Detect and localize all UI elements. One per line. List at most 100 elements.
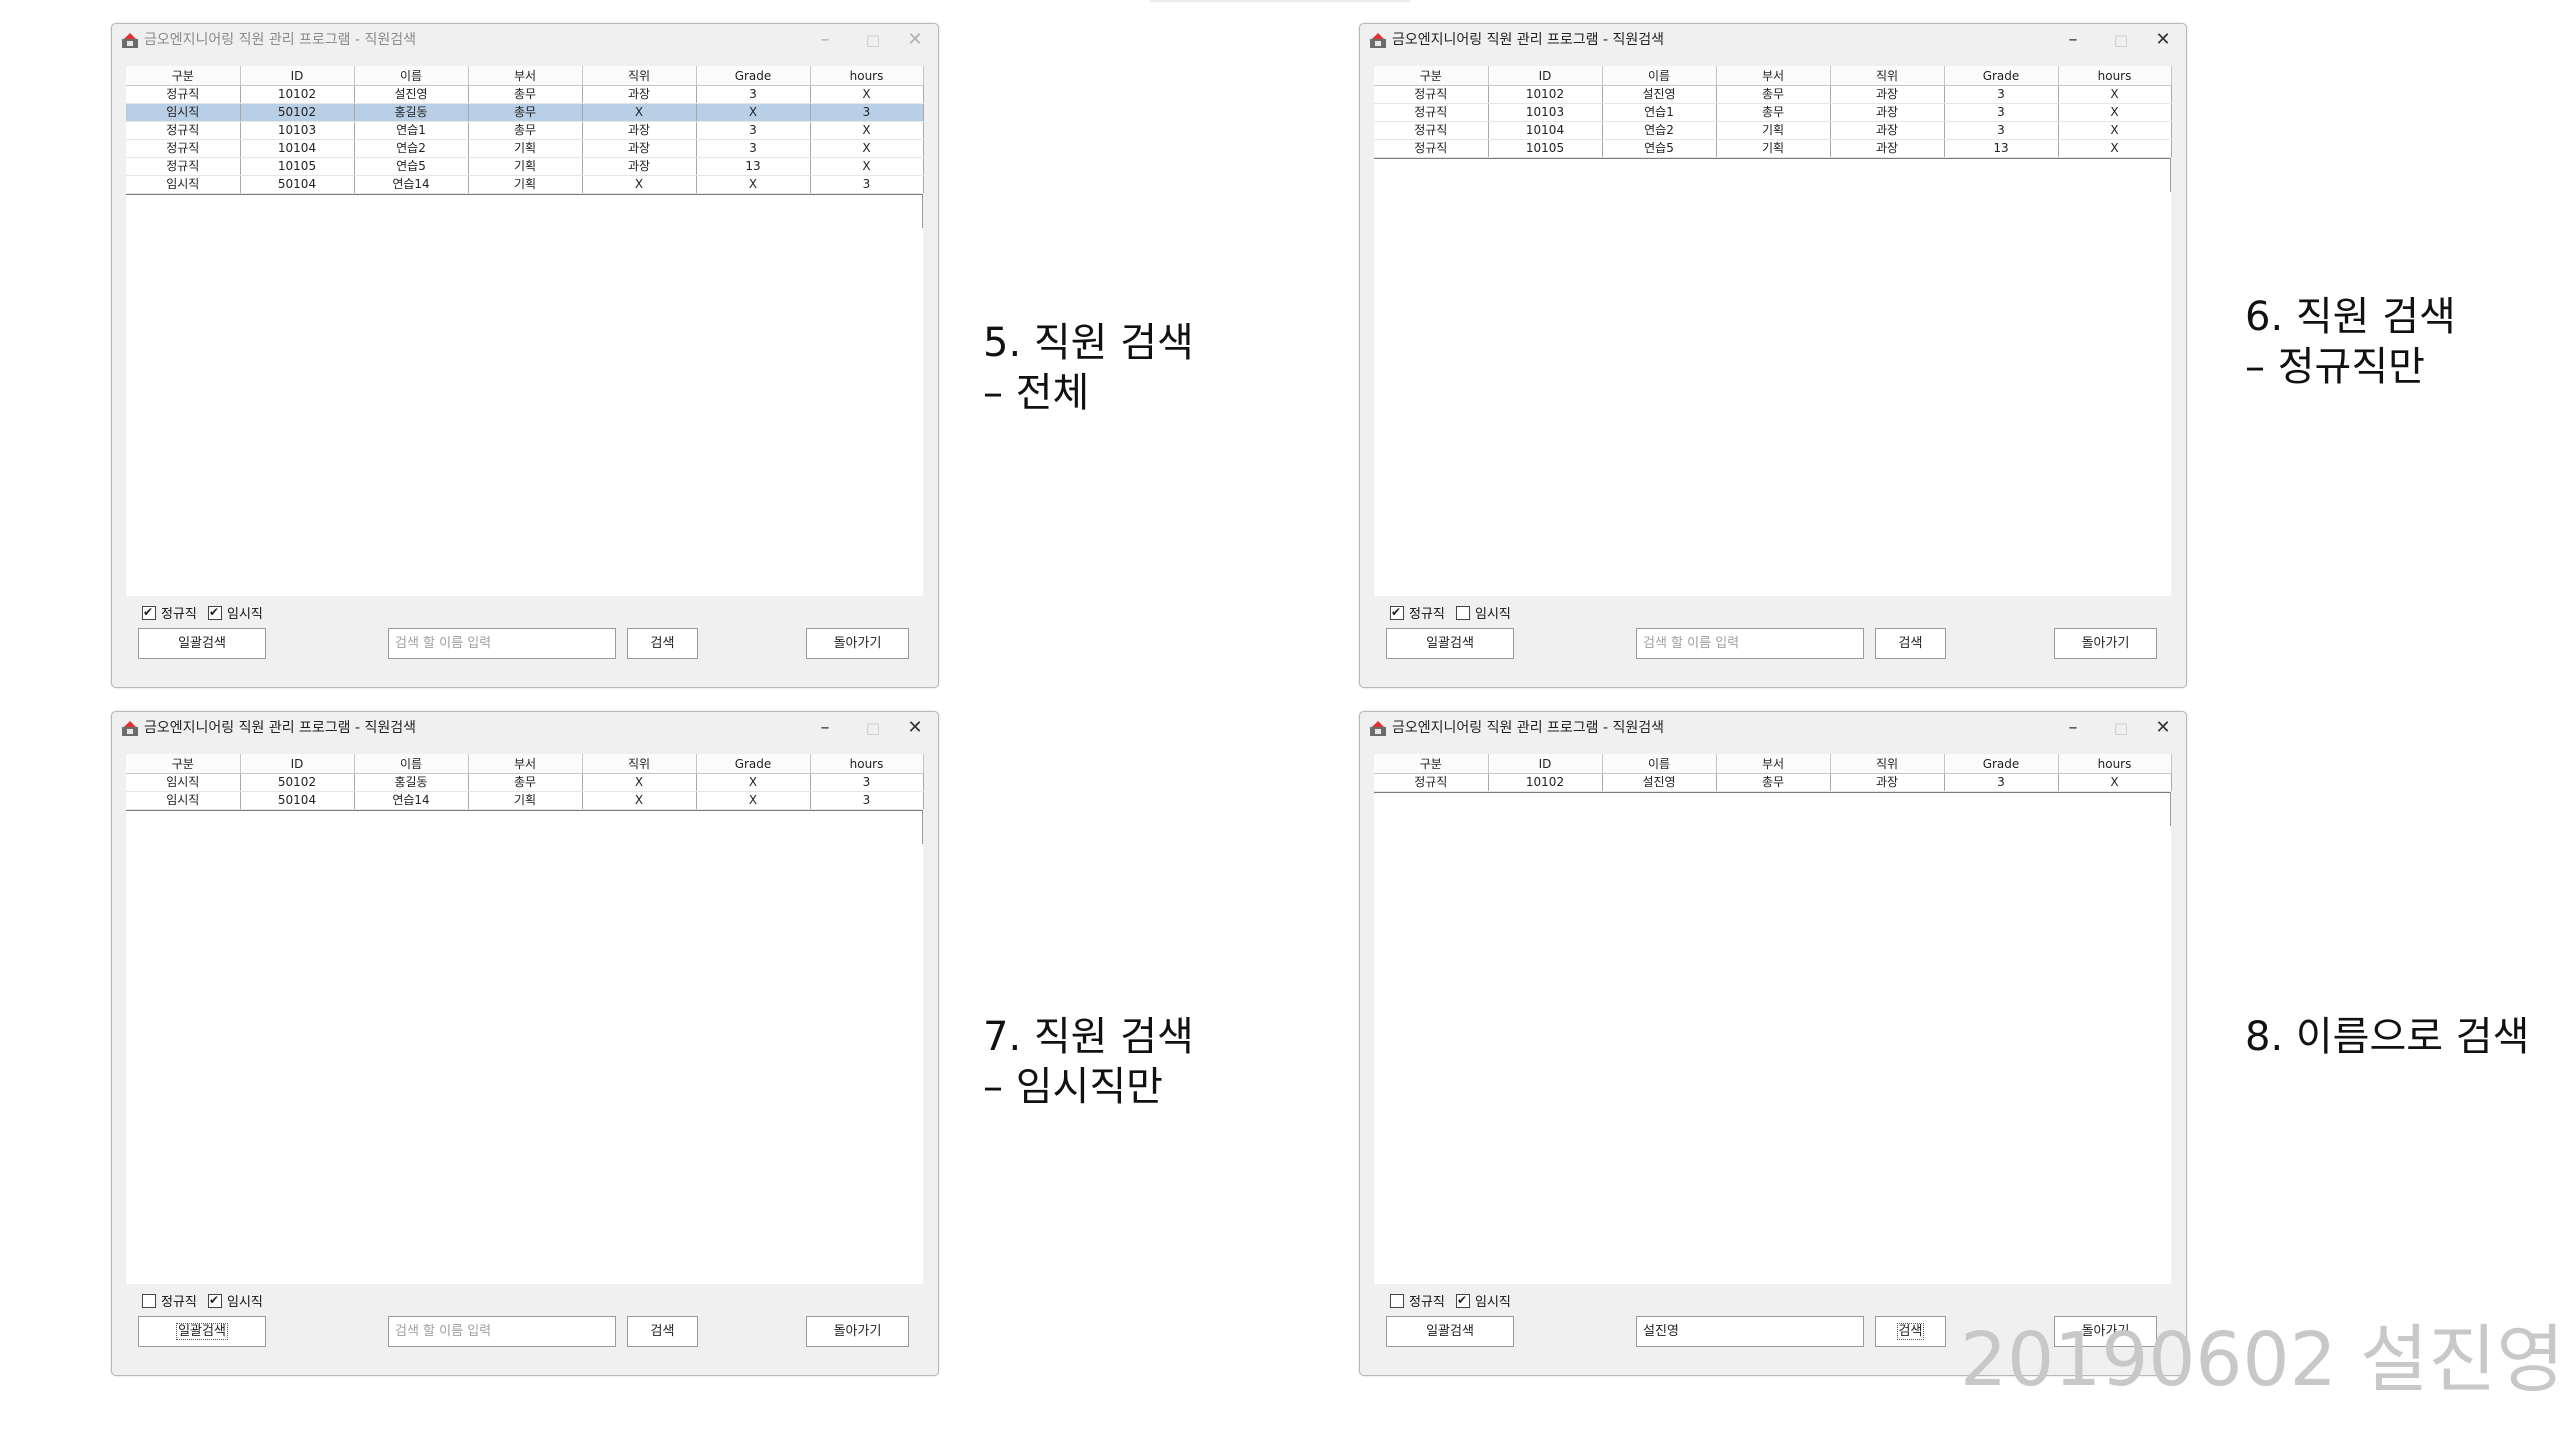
table-cell[interactable]: 총무: [468, 103, 583, 122]
column-header[interactable]: 이름: [354, 754, 469, 774]
table-cell[interactable]: X: [582, 773, 697, 792]
title-bar[interactable]: 금오엔지니어링 직원 관리 프로그램 - 직원검색 – □ ✕: [112, 24, 938, 56]
back-button[interactable]: 돌아가기: [806, 1316, 909, 1347]
table-cell[interactable]: X: [582, 103, 697, 122]
table-cell[interactable]: X: [582, 175, 697, 194]
search-button[interactable]: 검색: [627, 628, 698, 659]
table-cell[interactable]: 과장: [582, 139, 697, 158]
table-cell[interactable]: 정규직: [1374, 103, 1489, 122]
column-header[interactable]: 직위: [1830, 754, 1945, 774]
table-cell[interactable]: 13: [1944, 139, 2059, 158]
table-cell[interactable]: 연습2: [354, 139, 469, 158]
maximize-button[interactable]: □: [858, 716, 888, 740]
table-cell[interactable]: 홍길동: [354, 773, 469, 792]
table-cell[interactable]: 기획: [468, 175, 583, 194]
table-cell[interactable]: 정규직: [1374, 85, 1489, 104]
table-cell[interactable]: 설진영: [1602, 85, 1717, 104]
column-header[interactable]: hours: [2058, 66, 2172, 86]
table-cell[interactable]: X: [2058, 121, 2172, 140]
table-cell[interactable]: 3: [1944, 773, 2059, 792]
table-cell[interactable]: 3: [696, 139, 811, 158]
column-header[interactable]: ID: [240, 754, 355, 774]
table-cell[interactable]: 설진영: [354, 85, 469, 104]
close-button[interactable]: ✕: [900, 28, 930, 52]
column-header[interactable]: 구분: [126, 66, 241, 86]
table-cell[interactable]: 기획: [468, 139, 583, 158]
table-cell[interactable]: 3: [696, 85, 811, 104]
name-search-input[interactable]: 검색 할 이름 입력: [388, 628, 616, 659]
table-cell[interactable]: 10105: [1488, 139, 1603, 158]
column-header[interactable]: ID: [1488, 754, 1603, 774]
table-cell[interactable]: X: [810, 157, 924, 176]
column-header[interactable]: 부서: [468, 754, 583, 774]
table-cell[interactable]: 기획: [468, 791, 583, 810]
table-cell[interactable]: 정규직: [126, 121, 241, 140]
table-row[interactable]: 임시직 50104 연습14 기획 X X 3: [126, 175, 924, 194]
table-row[interactable]: 정규직 10102 설진영 총무 과장 3 X: [1374, 773, 2172, 792]
table-row[interactable]: 정규직 10102 설진영 총무 과장 3 X: [1374, 85, 2172, 104]
search-all-button[interactable]: 일괄검색: [138, 628, 266, 659]
column-header[interactable]: Grade: [696, 66, 811, 86]
table-cell[interactable]: 총무: [468, 773, 583, 792]
title-bar[interactable]: 금오엔지니어링 직원 관리 프로그램 - 직원검색 – □ ✕: [112, 712, 938, 744]
table-row[interactable]: 임시직 50104 연습14 기획 X X 3: [126, 791, 924, 810]
column-header[interactable]: 이름: [1602, 754, 1717, 774]
table-cell[interactable]: 정규직: [126, 85, 241, 104]
checkbox-temporary-box[interactable]: [208, 1292, 222, 1308]
table-cell[interactable]: X: [696, 791, 811, 810]
table-cell[interactable]: X: [810, 139, 924, 158]
table-cell[interactable]: 연습14: [354, 175, 469, 194]
table-cell[interactable]: X: [696, 175, 811, 194]
table-row[interactable]: 임시직 50102 홍길동 총무 X X 3: [126, 103, 924, 122]
search-all-button[interactable]: 일괄검색: [138, 1316, 266, 1347]
table-cell[interactable]: 과장: [1830, 121, 1945, 140]
checkbox-regular[interactable]: 정규직: [1390, 1294, 1445, 1311]
column-header[interactable]: 구분: [1374, 66, 1489, 86]
checkbox-regular-box[interactable]: [142, 1294, 156, 1308]
table-cell[interactable]: 과장: [1830, 103, 1945, 122]
table-cell[interactable]: 50104: [240, 175, 355, 194]
column-header[interactable]: 구분: [126, 754, 241, 774]
table-cell[interactable]: 기획: [1716, 121, 1831, 140]
column-header[interactable]: hours: [810, 754, 924, 774]
minimize-button[interactable]: –: [810, 716, 840, 740]
search-all-button[interactable]: 일괄검색: [1386, 628, 1514, 659]
column-header[interactable]: 이름: [354, 66, 469, 86]
table-cell[interactable]: X: [810, 85, 924, 104]
table-row[interactable]: 정규직 10103 연습1 총무 과장 3 X: [1374, 103, 2172, 122]
table-cell[interactable]: X: [696, 773, 811, 792]
checkbox-temporary-box[interactable]: [1456, 1292, 1470, 1308]
minimize-button[interactable]: –: [2058, 28, 2088, 52]
search-button[interactable]: 검색: [627, 1316, 698, 1347]
table-cell[interactable]: 기획: [468, 157, 583, 176]
table-cell[interactable]: 10103: [240, 121, 355, 140]
table-cell[interactable]: X: [2058, 85, 2172, 104]
checkbox-regular[interactable]: 정규직: [1390, 604, 1445, 623]
table-cell[interactable]: 50102: [240, 773, 355, 792]
checkbox-temporary[interactable]: 임시직: [1456, 606, 1511, 623]
checkbox-regular[interactable]: 정규직: [142, 1294, 197, 1311]
table-cell[interactable]: 정규직: [126, 139, 241, 158]
column-header[interactable]: 부서: [1716, 754, 1831, 774]
title-bar[interactable]: 금오엔지니어링 직원 관리 프로그램 - 직원검색 – □ ✕: [1360, 24, 2186, 56]
table-cell[interactable]: 기획: [1716, 139, 1831, 158]
table-cell[interactable]: 연습2: [1602, 121, 1717, 140]
table-cell[interactable]: 10104: [1488, 121, 1603, 140]
column-header[interactable]: Grade: [1944, 66, 2059, 86]
table-cell[interactable]: 10102: [1488, 773, 1603, 792]
checkbox-temporary[interactable]: 임시직: [208, 604, 263, 623]
table-row[interactable]: 정규직 10105 연습5 기획 과장 13 X: [1374, 139, 2172, 158]
close-button[interactable]: ✕: [2148, 716, 2178, 740]
table-cell[interactable]: 3: [1944, 121, 2059, 140]
maximize-button[interactable]: □: [2106, 28, 2136, 52]
table-cell[interactable]: 10102: [240, 85, 355, 104]
table-cell[interactable]: 3: [1944, 85, 2059, 104]
table-cell[interactable]: 연습1: [354, 121, 469, 140]
search-all-button[interactable]: 일괄검색: [1386, 1316, 1514, 1347]
search-button[interactable]: 검색: [1875, 628, 1946, 659]
column-header[interactable]: hours: [810, 66, 924, 86]
column-header[interactable]: 이름: [1602, 66, 1717, 86]
column-header[interactable]: 부서: [1716, 66, 1831, 86]
table-cell[interactable]: 임시직: [126, 773, 241, 792]
title-bar[interactable]: 금오엔지니어링 직원 관리 프로그램 - 직원검색 – □ ✕: [1360, 712, 2186, 744]
